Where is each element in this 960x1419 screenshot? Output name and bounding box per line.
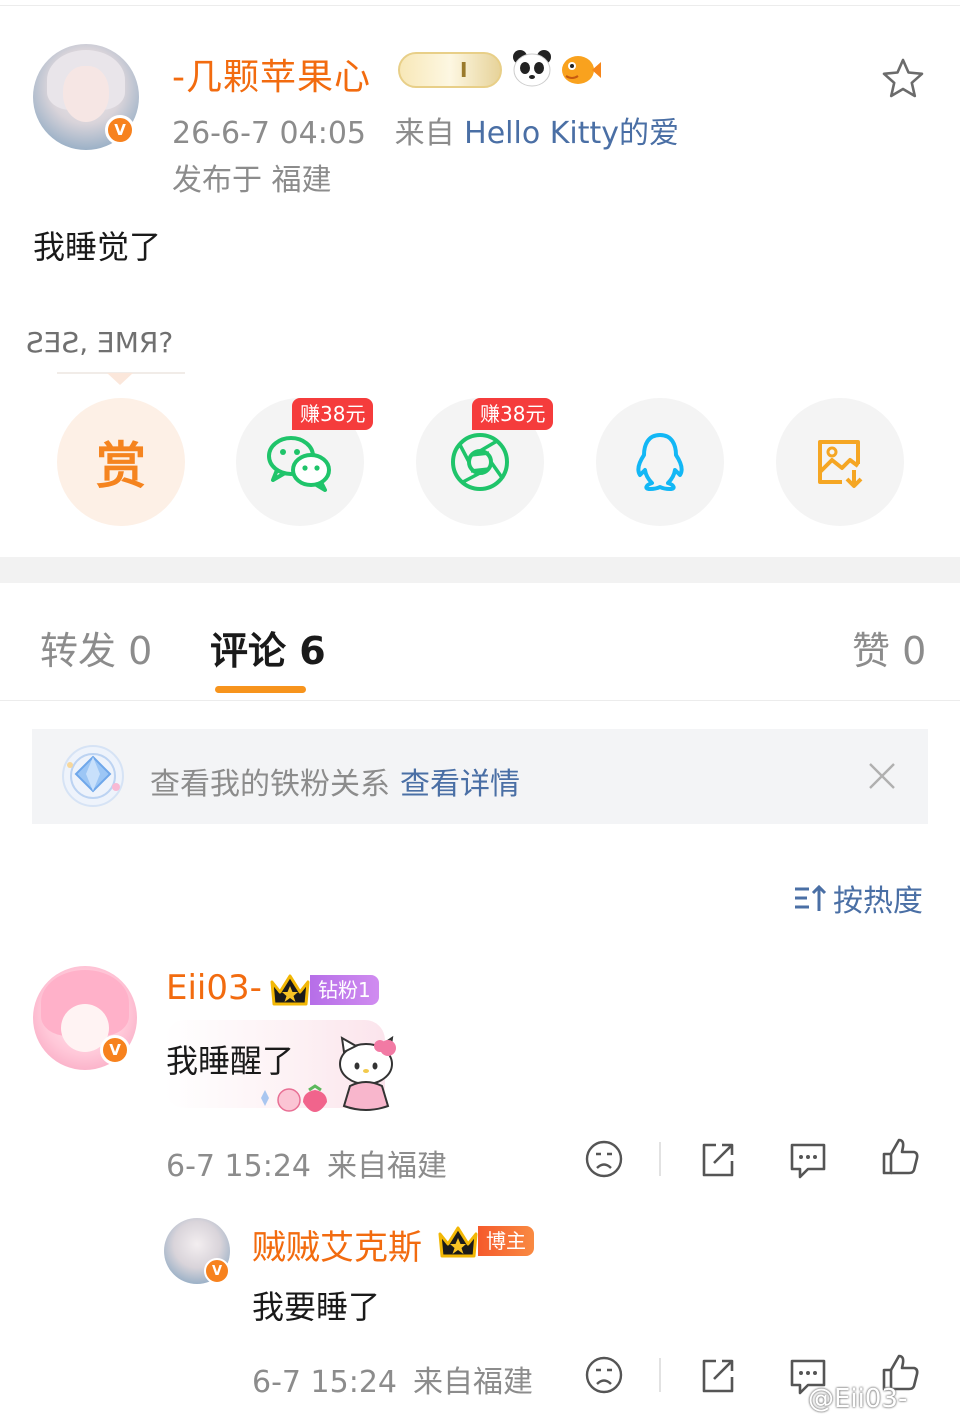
post-time: 26-6-7 04:05 xyxy=(172,116,366,151)
reply-location: 来自福建 xyxy=(413,1365,533,1400)
verified-icon: V xyxy=(105,115,135,145)
save-image-icon xyxy=(818,440,863,488)
section-divider xyxy=(0,557,960,583)
fan-medal-level: I xyxy=(460,58,468,82)
post-source-prefix: 来自 xyxy=(394,116,455,151)
wechat-icon xyxy=(267,436,331,492)
tooltip-arrow xyxy=(107,373,133,385)
comment-location: 来自福建 xyxy=(327,1149,447,1184)
watermark: @Eii03- xyxy=(808,1384,908,1414)
share-icon[interactable] xyxy=(698,1139,738,1179)
reply-comment-icon[interactable] xyxy=(788,1139,828,1179)
top-divider xyxy=(0,0,960,6)
reward-label: 赏 xyxy=(96,437,146,495)
wechat-earn-badge: 赚38元 xyxy=(292,398,374,430)
close-icon[interactable] xyxy=(866,760,898,792)
sort-icon xyxy=(795,884,827,911)
iron-fan-diamond-icon xyxy=(62,745,124,807)
panda-icon xyxy=(513,50,551,87)
hello-kitty-sticker-icon xyxy=(339,1035,396,1111)
strawberry-decoration-icon xyxy=(261,1084,327,1112)
fan-medal-icon[interactable]: I xyxy=(398,52,502,88)
save-image-button[interactable] xyxy=(776,398,904,526)
diamond-fan-tag: 钻粉1 xyxy=(310,975,379,1005)
share-icon[interactable] xyxy=(698,1355,738,1395)
blogger-tag: 博主 xyxy=(478,1226,534,1256)
reward-button[interactable]: 赏 xyxy=(57,398,185,526)
crown-icon xyxy=(438,1226,478,1258)
sort-label: 按热度 xyxy=(833,884,923,919)
comment-author-name[interactable]: Eii03- xyxy=(166,968,262,1008)
tabs-divider xyxy=(0,700,960,701)
reply-time: 6-7 15:24 xyxy=(252,1365,397,1400)
tab-repost[interactable]: 转发 0 xyxy=(40,620,152,675)
action-separator xyxy=(659,1142,661,1176)
verified-icon: V xyxy=(100,1035,130,1065)
active-tab-indicator xyxy=(215,686,306,693)
verified-icon: V xyxy=(204,1258,230,1284)
tab-likes[interactable]: 赞 0 xyxy=(852,620,926,675)
moments-earn-badge: 赚38元 xyxy=(472,398,554,430)
qq-penguin-icon xyxy=(636,433,684,491)
comment-text: 我睡醒了 xyxy=(166,1042,295,1080)
moments-icon xyxy=(451,433,509,491)
iron-fan-notice: 查看我的铁粉关系 查看详情 xyxy=(32,729,928,824)
notice-text: 查看我的铁粉关系 查看详情 xyxy=(150,759,520,803)
notice-detail-link[interactable]: 查看详情 xyxy=(400,767,520,802)
dislike-face-icon[interactable] xyxy=(584,1355,624,1395)
action-separator xyxy=(659,1358,661,1392)
reply-author-name[interactable]: 贼贼艾克斯 xyxy=(252,1220,422,1269)
post-meta: 26-6-7 04:05 来自 Hello Kitty的爱 xyxy=(172,108,679,152)
post-content: 我睡觉了 xyxy=(33,228,162,266)
mirrored-caption: ƧƎƧ, ƎMЯ? xyxy=(26,326,174,359)
fish-icon xyxy=(562,56,601,84)
post-source-link[interactable]: Hello Kitty的爱 xyxy=(464,116,679,151)
notice-message: 查看我的铁粉关系 xyxy=(150,767,390,802)
like-thumb-icon[interactable] xyxy=(880,1136,920,1176)
share-qq-button[interactable] xyxy=(596,398,724,526)
post-author-name[interactable]: -几颗苹果心 xyxy=(172,48,371,100)
post-location: 发布于 福建 xyxy=(172,163,332,198)
tab-comments[interactable]: 评论 6 xyxy=(210,620,326,675)
reply-text: 我要睡了 xyxy=(252,1288,381,1326)
favorite-star-icon[interactable] xyxy=(880,56,926,102)
comment-meta: 6-7 15:24 来自福建 xyxy=(166,1141,447,1185)
comment-time: 6-7 15:24 xyxy=(166,1149,311,1184)
reply-meta: 6-7 15:24 来自福建 xyxy=(252,1357,533,1401)
dislike-face-icon[interactable] xyxy=(584,1139,624,1179)
crown-icon xyxy=(270,974,310,1006)
sort-by-hot-button[interactable]: 按热度 xyxy=(793,876,923,920)
